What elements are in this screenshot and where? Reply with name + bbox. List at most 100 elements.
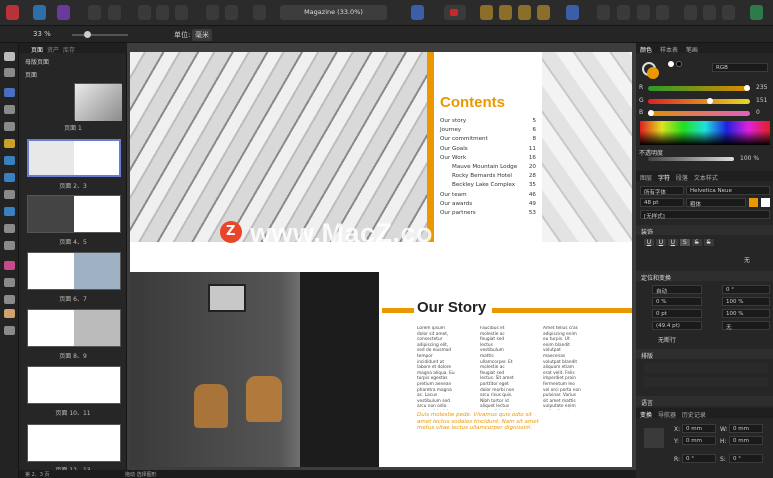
picture-frame-tool-icon[interactable] xyxy=(4,207,15,216)
font-size-field[interactable]: 48 pt xyxy=(640,198,684,207)
spread-our-story[interactable]: Our Story Lorem ipsum dolor sit amet, co… xyxy=(130,272,632,467)
designer-persona-icon[interactable] xyxy=(6,5,19,20)
color-spectrum[interactable] xyxy=(640,121,770,145)
strike-double-icon[interactable]: S xyxy=(703,239,714,246)
positioning-section[interactable]: 定位和变换 xyxy=(636,271,773,282)
decorations-section[interactable]: 装饰 xyxy=(636,225,773,236)
settings-icon[interactable] xyxy=(108,5,121,20)
tab-color[interactable]: 颜色 xyxy=(640,47,652,54)
hand-tool-icon[interactable] xyxy=(4,309,15,318)
boolean-intersect-icon[interactable] xyxy=(722,5,735,20)
arrange-backmost-icon[interactable] xyxy=(537,5,550,20)
zoom-slider[interactable] xyxy=(72,31,128,38)
frame-tool-icon[interactable] xyxy=(138,5,151,20)
underline-alt-icon[interactable]: U xyxy=(667,239,678,246)
frame-text-tool-icon[interactable] xyxy=(4,88,15,97)
assistant-icon[interactable] xyxy=(750,5,763,20)
typography-section[interactable]: 排版 xyxy=(636,349,773,360)
grid-icon[interactable] xyxy=(156,5,169,20)
y-field[interactable]: 0 mm xyxy=(682,436,716,445)
home-icon[interactable] xyxy=(88,5,101,20)
table-tool-icon[interactable] xyxy=(4,105,15,114)
node-tool-icon[interactable] xyxy=(4,68,15,77)
place-tool-icon[interactable] xyxy=(4,295,15,304)
fill-swatch[interactable] xyxy=(647,67,659,79)
anchor-selector[interactable] xyxy=(644,428,664,448)
language-section[interactable]: 语言 xyxy=(636,396,773,407)
rectangle-tool-icon[interactable] xyxy=(4,156,15,165)
interior-photo[interactable] xyxy=(130,272,379,467)
page-thumb-2-3[interactable] xyxy=(27,139,121,177)
building-photo-right[interactable] xyxy=(542,52,632,242)
tab-assets[interactable]: 资产 xyxy=(47,45,59,54)
zoom-tool-icon[interactable] xyxy=(4,326,15,335)
highlight-swatch[interactable] xyxy=(761,198,770,207)
tab-history[interactable]: 历史记录 xyxy=(682,412,706,419)
rotation-field[interactable]: 无 xyxy=(722,321,770,331)
opacity-slider[interactable] xyxy=(648,157,734,161)
kerning-field[interactable]: 自动 xyxy=(652,285,702,295)
zoom-value[interactable]: 33 % xyxy=(33,30,51,38)
typography-buttons[interactable] xyxy=(644,363,768,373)
document-canvas[interactable]: Contents Our story 5 Journey 6 Our commitmen… xyxy=(127,43,636,478)
r-knob[interactable] xyxy=(744,85,750,91)
ellipse-tool-icon[interactable] xyxy=(4,173,15,182)
tab-swatches[interactable]: 样本表 xyxy=(660,47,678,54)
snap-icon[interactable] xyxy=(206,5,219,20)
photo-persona-icon[interactable] xyxy=(33,5,46,20)
master-pages-label[interactable]: 母版页面 xyxy=(25,57,49,66)
page-thumb-6-7[interactable] xyxy=(27,252,121,290)
baseline-field[interactable]: 0 pt xyxy=(652,309,702,318)
contents-page[interactable]: Contents Our story 5 Journey 6 Our commitmen… xyxy=(434,52,542,242)
g-slider[interactable] xyxy=(648,98,750,104)
page-thumb-12-13[interactable] xyxy=(27,424,121,462)
text-color-swatch[interactable] xyxy=(749,198,758,207)
arrange-front-icon[interactable] xyxy=(480,5,493,20)
strike-alt-icon[interactable]: S xyxy=(691,239,702,246)
double-underline-icon[interactable]: U xyxy=(655,239,666,246)
black-swatch[interactable] xyxy=(676,61,682,67)
rotate-right-icon[interactable] xyxy=(656,5,669,20)
white-swatch[interactable] xyxy=(668,61,674,67)
tab-navigator[interactable]: 导航器 xyxy=(658,412,676,419)
ellipse-frame-tool-icon[interactable] xyxy=(4,224,15,233)
h-field[interactable]: 0 mm xyxy=(729,436,763,445)
g-knob[interactable] xyxy=(707,98,713,104)
flip-horizontal-icon[interactable] xyxy=(597,5,610,20)
tracking-field[interactable]: 0 % xyxy=(652,297,702,306)
tab-paragraph[interactable]: 段落 xyxy=(676,175,688,182)
zoom-slider-knob[interactable] xyxy=(84,31,91,38)
arrange-forward-icon[interactable] xyxy=(499,5,512,20)
rotate-left-icon[interactable] xyxy=(637,5,650,20)
move-tool-icon[interactable] xyxy=(4,52,15,61)
rotation-transform-field[interactable]: 0 ° xyxy=(682,454,716,463)
g-value[interactable]: 151 xyxy=(756,97,767,104)
b-value[interactable]: 0 xyxy=(756,109,760,116)
underline-icon[interactable]: U xyxy=(644,239,654,246)
strikethrough-icon[interactable]: S xyxy=(679,239,690,246)
tab-layers[interactable]: 图层 xyxy=(640,175,652,182)
view-mode-icon[interactable] xyxy=(411,5,424,20)
status-page[interactable]: 第 2、3 页 xyxy=(25,471,50,478)
artistic-text-tool-icon[interactable] xyxy=(4,122,15,131)
document-title[interactable]: Magazine (33.0%) xyxy=(280,5,387,20)
flip-vertical-icon[interactable] xyxy=(617,5,630,20)
leading-field[interactable]: (49.4 pt) xyxy=(652,321,702,330)
horizontal-scale-field[interactable]: 100 % xyxy=(722,297,770,306)
unit-select[interactable]: 毫米 xyxy=(192,29,212,41)
x-field[interactable]: 0 mm xyxy=(682,424,716,433)
tab-transform[interactable]: 变换 xyxy=(640,412,652,419)
tab-stroke[interactable]: 笔画 xyxy=(686,47,698,54)
boolean-subtract-icon[interactable] xyxy=(703,5,716,20)
page-thumb-10-11[interactable] xyxy=(27,366,121,404)
font-style-select[interactable]: 粗体 xyxy=(686,198,746,208)
fill-tool-icon[interactable] xyxy=(4,261,15,270)
crop-tool-icon[interactable] xyxy=(4,241,15,250)
building-photo-left[interactable] xyxy=(130,52,427,242)
page-thumb-4-5[interactable] xyxy=(27,195,121,233)
preview-icon[interactable] xyxy=(225,5,238,20)
transparency-tool-icon[interactable] xyxy=(4,278,15,287)
b-slider[interactable] xyxy=(648,110,750,116)
vertical-scale-field[interactable]: 100 % xyxy=(722,309,770,318)
typography-buttons-2[interactable] xyxy=(644,377,768,387)
